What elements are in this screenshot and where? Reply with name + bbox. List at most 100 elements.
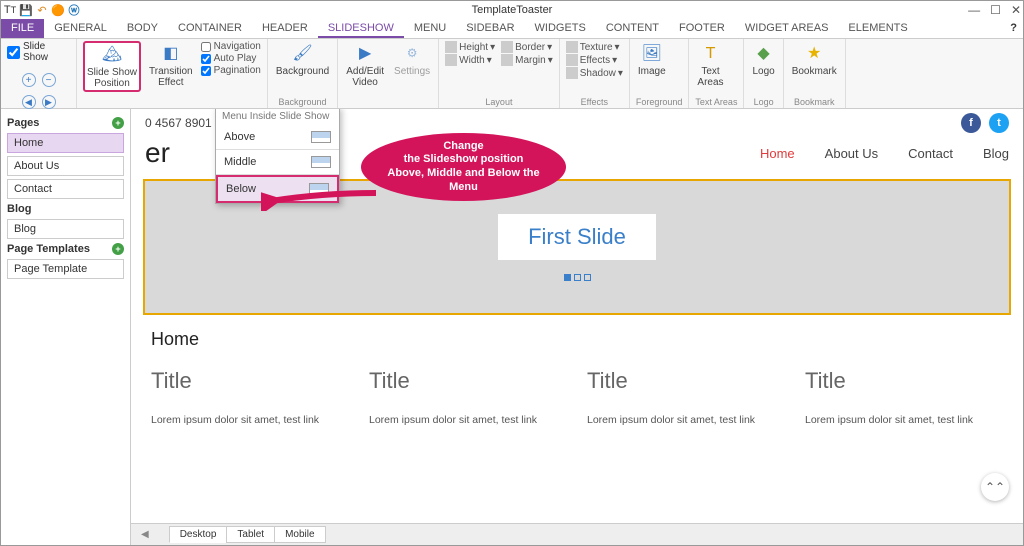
- tab-header[interactable]: HEADER: [252, 19, 318, 38]
- video-label: Add/Edit Video: [346, 66, 384, 88]
- effects-control[interactable]: Effects ▾: [566, 54, 623, 66]
- column-text: Lorem ipsum dolor sit amet, test link: [369, 414, 567, 426]
- prev-slide-icon[interactable]: ◀: [22, 95, 36, 109]
- sidebar-item-about[interactable]: About Us: [7, 156, 124, 176]
- addedit-video-button[interactable]: ▶ Add/Edit Video: [344, 41, 386, 90]
- scroll-to-top-button[interactable]: ⌃⌃: [981, 473, 1009, 501]
- column-title: Title: [587, 368, 785, 394]
- group-label-effects: Effects: [566, 97, 623, 107]
- group-label-layout: Layout: [445, 97, 553, 107]
- video-settings-button: ⚙ Settings: [392, 41, 432, 79]
- dot-icon[interactable]: [564, 274, 571, 281]
- dropdown-item-above[interactable]: Above: [216, 125, 339, 149]
- content-column: TitleLorem ipsum dolor sit amet, test li…: [151, 368, 349, 426]
- slideshow-position-button[interactable]: 🏔 Slide Show Position: [83, 41, 141, 92]
- tab-slideshow[interactable]: SLIDESHOW: [318, 19, 404, 38]
- pages-heading: Pages+: [7, 117, 124, 129]
- tab-container[interactable]: CONTAINER: [168, 19, 252, 38]
- bookmark-button[interactable]: ★Bookmark: [790, 41, 839, 79]
- tab-widgets[interactable]: WIDGETS: [525, 19, 596, 38]
- tab-elements[interactable]: ELEMENTS: [838, 19, 917, 38]
- facebook-icon[interactable]: f: [961, 113, 981, 133]
- minimize-button[interactable]: —: [968, 3, 980, 17]
- height-icon: [445, 41, 457, 53]
- device-tab-desktop[interactable]: Desktop: [169, 526, 228, 543]
- add-page-button[interactable]: +: [112, 117, 124, 129]
- close-button[interactable]: ✕: [1011, 3, 1021, 17]
- slide-title: First Slide: [528, 224, 626, 250]
- nav-contact[interactable]: Contact: [908, 146, 953, 161]
- dot-icon[interactable]: [574, 274, 581, 281]
- dot-icon[interactable]: [584, 274, 591, 281]
- group-label-textareas: Text Areas: [695, 97, 737, 107]
- sidebar-item-pagetemplate[interactable]: Page Template: [7, 259, 124, 279]
- transition-icon: ◧: [160, 43, 182, 65]
- text-areas-button[interactable]: TText Areas: [695, 41, 725, 90]
- tab-content[interactable]: CONTENT: [596, 19, 669, 38]
- text-size-icon[interactable]: TT: [3, 3, 17, 17]
- tab-footer[interactable]: FOOTER: [669, 19, 735, 38]
- help-button[interactable]: ?: [1004, 19, 1023, 38]
- background-button[interactable]: 🖌 Background: [274, 41, 331, 79]
- maximize-button[interactable]: ☐: [990, 3, 1001, 17]
- callout-line: the Slideshow position: [404, 153, 524, 167]
- pagination-dots[interactable]: [564, 274, 591, 281]
- margin-control[interactable]: Margin ▾: [501, 54, 553, 66]
- annotation-callout: Change the Slideshow position Above, Mid…: [361, 133, 566, 201]
- thumb-icon: [311, 131, 331, 143]
- brush-icon: 🖌: [292, 43, 314, 65]
- add-template-button[interactable]: +: [112, 243, 124, 255]
- tab-general[interactable]: GENERAL: [44, 19, 117, 38]
- width-control[interactable]: Width ▾: [445, 54, 495, 66]
- device-tab-bar: ◀ Desktop Tablet Mobile: [131, 523, 1023, 545]
- nav-blog[interactable]: Blog: [983, 146, 1009, 161]
- nav-about[interactable]: About Us: [825, 146, 878, 161]
- pagination-checkbox[interactable]: [201, 66, 211, 76]
- transition-effect-button[interactable]: ◧ Transition Effect: [147, 41, 195, 90]
- column-text: Lorem ipsum dolor sit amet, test link: [151, 414, 349, 426]
- border-control[interactable]: Border ▾: [501, 41, 553, 53]
- wordpress-icon[interactable]: ⓦ: [67, 3, 81, 17]
- nav-home[interactable]: Home: [760, 146, 795, 161]
- dropdown-heading: Menu Inside Slide Show: [216, 109, 339, 125]
- shadow-control[interactable]: Shadow ▾: [566, 67, 623, 79]
- sidebar-item-home[interactable]: Home: [7, 133, 124, 153]
- height-control[interactable]: Height ▾: [445, 41, 495, 53]
- texture-control[interactable]: Texture ▾: [566, 41, 623, 53]
- mountain-icon: 🏔: [101, 44, 123, 66]
- color-orb-icon[interactable]: 🟠: [51, 3, 65, 17]
- next-slide-icon[interactable]: ▶: [42, 95, 56, 109]
- group-label-foreground: Foreground: [636, 97, 683, 107]
- blog-heading: Blog: [7, 203, 124, 215]
- sidebar-item-blog[interactable]: Blog: [7, 219, 124, 239]
- save-icon[interactable]: 💾: [19, 3, 33, 17]
- tab-widgetareas[interactable]: WIDGET AREAS: [735, 19, 839, 38]
- content-column: TitleLorem ipsum dolor sit amet, test li…: [369, 368, 567, 426]
- navigation-checkbox[interactable]: [201, 42, 211, 52]
- tab-sidebar[interactable]: SIDEBAR: [456, 19, 524, 38]
- sidebar-item-contact[interactable]: Contact: [7, 179, 124, 199]
- ribbon-tab-strip: FILE GENERAL BODY CONTAINER HEADER SLIDE…: [1, 19, 1023, 39]
- border-icon: [501, 41, 513, 53]
- twitter-icon[interactable]: t: [989, 113, 1009, 133]
- column-text: Lorem ipsum dolor sit amet, test link: [587, 414, 785, 426]
- effects-icon: [566, 54, 578, 66]
- foreground-image-button[interactable]: 🖼Image: [636, 41, 668, 79]
- undo-icon[interactable]: ↶: [35, 3, 49, 17]
- tab-menu[interactable]: MENU: [404, 19, 456, 38]
- thumb-icon: [311, 156, 331, 168]
- column-text: Lorem ipsum dolor sit amet, test link: [805, 414, 1003, 426]
- add-slide-icon[interactable]: +: [22, 73, 36, 87]
- autoplay-checkbox[interactable]: [201, 54, 211, 64]
- slideshow-toggle[interactable]: [7, 46, 20, 59]
- device-tab-mobile[interactable]: Mobile: [274, 526, 325, 543]
- device-tab-tablet[interactable]: Tablet: [226, 526, 275, 543]
- page-content: Home TitleLorem ipsum dolor sit amet, te…: [131, 315, 1023, 440]
- tab-body[interactable]: BODY: [117, 19, 168, 38]
- file-tab[interactable]: FILE: [1, 19, 44, 38]
- slideshow-position-label: Slide Show Position: [87, 67, 137, 89]
- remove-slide-icon[interactable]: −: [42, 73, 56, 87]
- content-column: TitleLorem ipsum dolor sit amet, test li…: [805, 368, 1003, 426]
- callout-line: Menu: [449, 181, 478, 195]
- logo-button[interactable]: ◆Logo: [750, 41, 776, 79]
